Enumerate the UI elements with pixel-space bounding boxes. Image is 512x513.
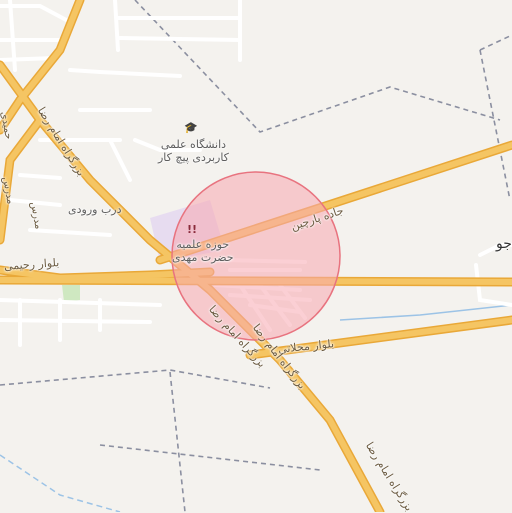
entrance-label[interactable]: درب ورودی [68, 203, 122, 216]
map-canvas[interactable]: 🎓 دانشگاه علمی کاربردی پیچ کار !! حوزه ع… [0, 0, 512, 513]
seminary-icon[interactable]: !! [187, 224, 197, 235]
map-layer [0, 0, 512, 512]
graduation-cap-icon[interactable]: 🎓 [184, 122, 198, 133]
park-area [62, 285, 80, 302]
water-line [0, 454, 121, 512]
university-label[interactable]: دانشگاه علمی کاربردی پیچ کار [158, 138, 229, 164]
edge-place-label[interactable]: جو [496, 236, 512, 252]
seminary-label[interactable]: حوزه علمیه حضرت مهدی [172, 238, 234, 264]
stream [339, 304, 512, 321]
